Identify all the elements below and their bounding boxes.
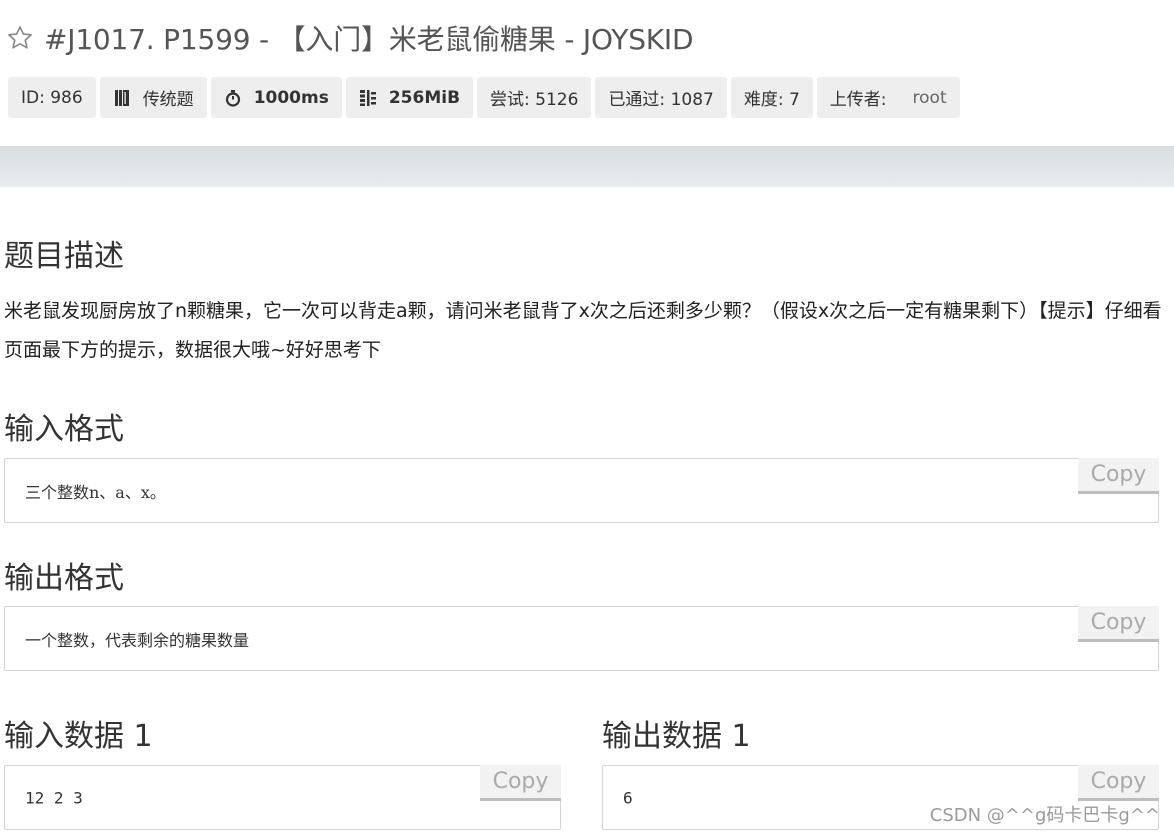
output-format-box: 一个整数，代表剩余的糖果数量 Copy <box>4 606 1159 671</box>
csdn-watermark: CSDN @^^g码卡巴卡g^^ <box>929 805 1160 826</box>
attempts-badge: 尝试: 5126 <box>477 77 592 118</box>
copy-button[interactable]: Copy <box>480 765 561 801</box>
problem-title-row: #J1017. P1599 - 【入门】米老鼠偷糖果 - JOYSKID <box>6 18 694 58</box>
sample-input-box: 12 2 3 Copy <box>4 765 561 830</box>
stopwatch-icon <box>224 89 242 107</box>
problem-type-badge: 传统题 <box>99 77 207 118</box>
time-limit: 1000ms <box>253 87 329 108</box>
accepted-count: 已通过: 1087 <box>608 90 714 110</box>
input-format-heading: 输入格式 <box>4 412 124 447</box>
description-text: 米老鼠发现厨房放了n颗糖果，它一次可以背走a颗，请问米老鼠背了x次之后还剩多少颗… <box>4 300 1162 361</box>
uploader-badge: 上传者: root <box>816 77 960 118</box>
sample-input-heading: 输入数据 1 <box>4 719 153 754</box>
output-format-heading: 输出格式 <box>4 561 124 596</box>
input-format-text: 三个整数n、a、x。 <box>25 482 166 502</box>
problem-id: ID: 986 <box>21 87 83 108</box>
sample-output-heading: 输出数据 1 <box>602 719 751 754</box>
description-heading: 题目描述 <box>4 239 124 274</box>
problem-type: 传统题 <box>142 90 194 110</box>
star-outline-icon[interactable] <box>6 24 34 52</box>
copy-button[interactable]: Copy <box>1078 765 1159 801</box>
copy-button[interactable]: Copy <box>1078 458 1159 494</box>
uploader-label: 上传者: <box>829 90 887 110</box>
header-divider-band <box>0 146 1174 187</box>
time-limit-badge: 1000ms <box>210 77 342 118</box>
copy-button[interactable]: Copy <box>1078 606 1159 642</box>
sample-input-text: 12 2 3 <box>25 788 83 807</box>
difficulty-badge: 难度: 7 <box>730 77 813 118</box>
problem-meta-bar: ID: 986 传统题 1000ms 256MiB 尝试: 5126 已通过: … <box>8 77 960 118</box>
problem-id-badge: ID: 986 <box>8 77 96 118</box>
input-format-box: 三个整数n、a、x。 Copy <box>4 458 1159 523</box>
memory-icon <box>359 89 377 107</box>
difficulty-value: 难度: 7 <box>743 90 800 110</box>
memory-limit-badge: 256MiB <box>345 77 474 118</box>
sample-output-text: 6 <box>623 788 633 807</box>
uploader-link[interactable]: root <box>913 88 947 108</box>
page-title: #J1017. P1599 - 【入门】米老鼠偷糖果 - JOYSKID <box>44 23 694 56</box>
memory-limit: 256MiB <box>388 87 461 108</box>
output-format-text: 一个整数，代表剩余的糖果数量 <box>25 630 250 650</box>
attempts-count: 尝试: 5126 <box>490 90 579 110</box>
book-icon <box>113 89 131 107</box>
accepted-badge: 已通过: 1087 <box>595 77 727 118</box>
